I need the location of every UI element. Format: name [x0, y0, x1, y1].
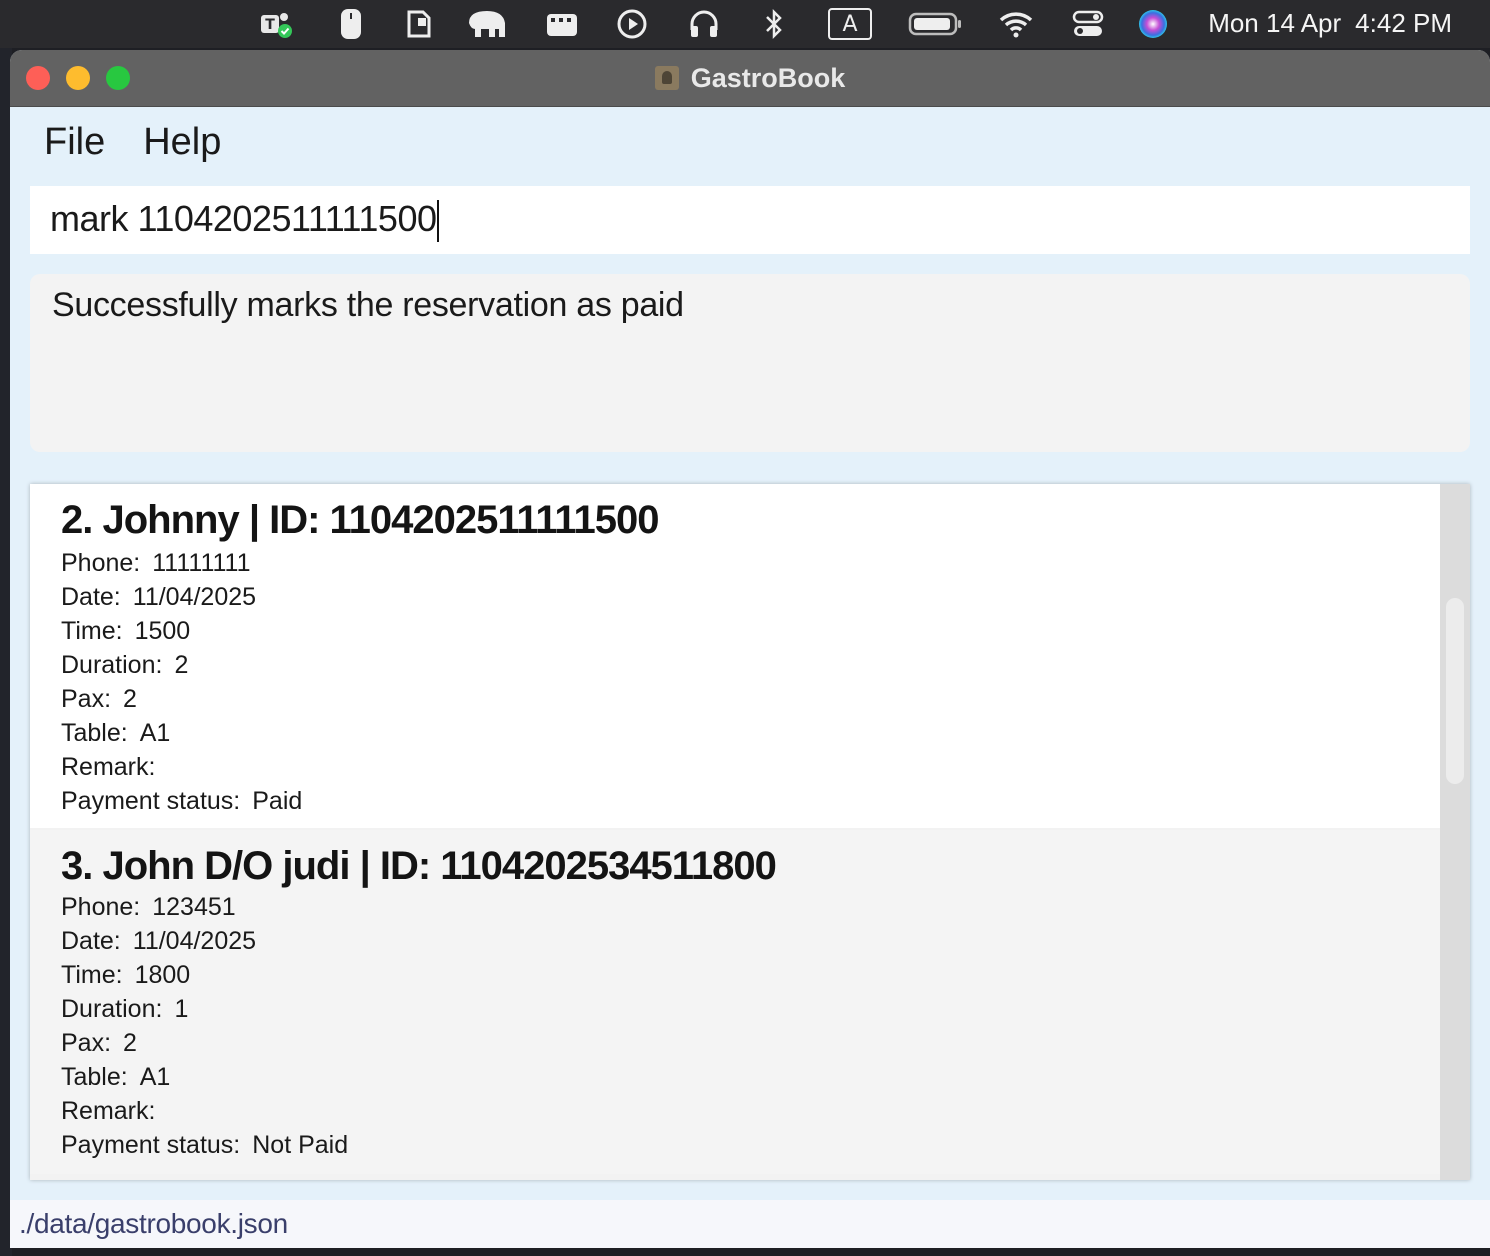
command-input[interactable]: mark 1104202511111500: [30, 186, 1470, 254]
remark-field: Remark:: [61, 753, 156, 781]
siri-icon[interactable]: [1134, 8, 1172, 40]
bluetooth-icon[interactable]: [760, 8, 788, 40]
save-file-path: ./data/gastrobook.json: [19, 1208, 288, 1239]
menubar-clock[interactable]: Mon 14 Apr 4:42 PM: [1198, 6, 1452, 40]
payment-status-field: Payment status: Paid: [61, 787, 303, 815]
date-field: Date: 11/04/2025: [61, 927, 257, 955]
table-field: Table: A1: [61, 719, 171, 747]
result-display[interactable]: Successfully marks the reservation as pa…: [30, 274, 1470, 452]
pax-field: Pax: 2: [61, 1029, 137, 1057]
mouse-icon[interactable]: [336, 8, 366, 40]
list-scrollbar[interactable]: [1440, 484, 1470, 1180]
date-field: Date: 11/04/2025: [61, 583, 257, 611]
battery-icon[interactable]: [906, 8, 964, 40]
wifi-icon[interactable]: [996, 8, 1036, 40]
menu-help[interactable]: Help: [143, 121, 221, 164]
command-input-value: mark 1104202511111500: [50, 197, 437, 239]
app-menu-bar: File Help: [10, 106, 221, 178]
duration-field: Duration: 2: [61, 651, 189, 679]
menubar-date: Mon 14 Apr: [1208, 8, 1342, 38]
app-document-icon: [654, 66, 679, 90]
svg-text:T: T: [265, 17, 275, 33]
result-message: Successfully marks the reservation as pa…: [52, 286, 684, 324]
phone-field: Phone: 11111111: [61, 549, 251, 577]
clipboard-icon[interactable]: [402, 8, 436, 40]
elephant-icon[interactable]: [464, 8, 510, 40]
text-caret: [437, 200, 440, 243]
app-window: GastroBook File Help mark 11042025111115…: [10, 50, 1490, 1248]
reservation-list[interactable]: 2. Johnny | ID: 1104202511111500 Phone: 1…: [30, 484, 1470, 1180]
menubar-time: 4:42 PM: [1355, 8, 1452, 38]
headphones-icon[interactable]: [686, 8, 722, 40]
table-field: Table: A1: [61, 1063, 171, 1091]
window-title-group: GastroBook: [10, 50, 1490, 106]
reservation-card[interactable]: 3. John D/O judi | ID: 1104202534511800 …: [30, 830, 1440, 1174]
window-title: GastroBook: [690, 62, 846, 93]
command-input-text: mark 1104202511111500: [30, 197, 440, 243]
reservation-title: 3. John D/O judi | ID: 1104202534511800: [61, 844, 777, 888]
title-bar[interactable]: GastroBook: [10, 50, 1490, 107]
payment-status-field: Payment status: Not Paid: [61, 1131, 349, 1159]
time-field: Time: 1500: [61, 617, 191, 645]
input-source-icon[interactable]: A: [826, 8, 874, 40]
reservation-card[interactable]: 2. Johnny | ID: 1104202511111500 Phone: 1…: [30, 484, 1440, 828]
macos-menu-bar: T A Mon 14 Apr 4:42 PM: [0, 0, 1490, 48]
duration-field: Duration: 1: [61, 995, 189, 1023]
remark-field: Remark:: [61, 1097, 156, 1125]
status-bar: ./data/gastrobook.json: [10, 1200, 1490, 1248]
input-source-label: A: [828, 8, 872, 40]
reservation-title: 2. Johnny | ID: 1104202511111500: [61, 498, 659, 542]
pax-field: Pax: 2: [61, 685, 137, 713]
scrollbar-thumb[interactable]: [1446, 598, 1464, 784]
clapper-icon[interactable]: [544, 8, 580, 40]
phone-field: Phone: 123451: [61, 893, 236, 921]
control-center-icon[interactable]: [1068, 8, 1108, 40]
menu-file[interactable]: File: [44, 121, 105, 164]
play-icon[interactable]: [614, 8, 650, 40]
teams-icon[interactable]: T: [256, 8, 296, 40]
time-field: Time: 1800: [61, 961, 191, 989]
